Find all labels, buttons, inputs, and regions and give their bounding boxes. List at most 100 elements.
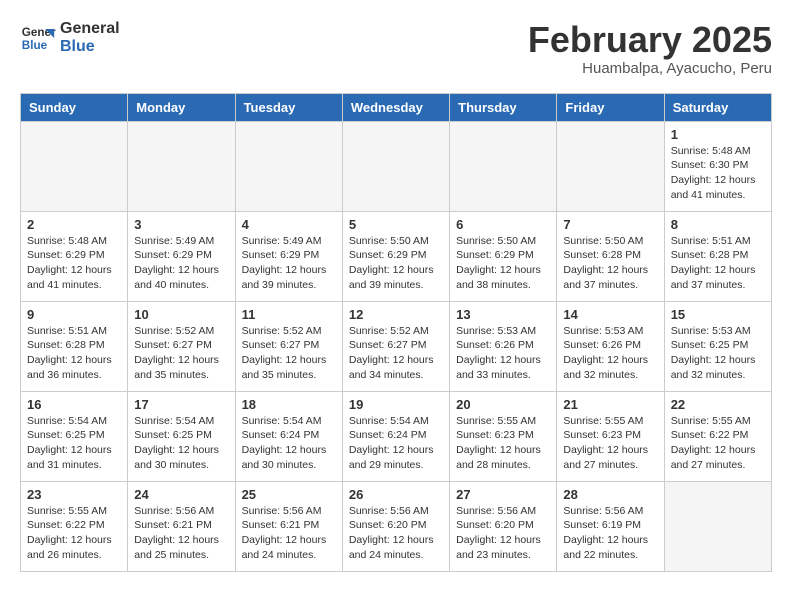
calendar-cell: 27 Sunrise: 5:56 AMSunset: 6:20 PMDayligh… <box>450 481 557 571</box>
day-number: 17 <box>134 397 228 412</box>
calendar-cell: 26Sunrise: 5:56 AMSunset: 6:20 PMDayligh… <box>342 481 449 571</box>
day-number: 6 <box>456 217 550 232</box>
day-number: 28 <box>563 487 657 502</box>
calendar-cell: 19 Sunrise: 5:54 AMSunset: 6:24 PMDayligh… <box>342 391 449 481</box>
calendar-cell: 14 Sunrise: 5:53 AMSunset: 6:26 PMDayligh… <box>557 301 664 391</box>
calendar-cell: 23Sunrise: 5:55 AMSunset: 6:22 PMDayligh… <box>21 481 128 571</box>
calendar-cell: 10 Sunrise: 5:52 AMSunset: 6:27 PMDayligh… <box>128 301 235 391</box>
day-number: 19 <box>349 397 443 412</box>
day-number: 11 <box>242 307 336 322</box>
calendar-cell: 25 Sunrise: 5:56 AMSunset: 6:21 PMDayligh… <box>235 481 342 571</box>
day-number: 2 <box>27 217 121 232</box>
day-number: 9 <box>27 307 121 322</box>
location-subtitle: Huambalpa, Ayacucho, Peru <box>528 60 772 77</box>
calendar-body: 1 Sunrise: 5:48 AMSunset: 6:30 PMDaylight… <box>21 121 772 571</box>
logo-general: General <box>60 20 120 38</box>
calendar-cell: 15 Sunrise: 5:53 AMSunset: 6:25 PMDayligh… <box>664 301 771 391</box>
day-info: Sunrise: 5:56 AMSunset: 6:20 PMDaylight:… <box>456 504 550 563</box>
day-info: Sunrise: 5:52 AMSunset: 6:27 PMDaylight:… <box>349 324 443 383</box>
day-number: 18 <box>242 397 336 412</box>
day-number: 3 <box>134 217 228 232</box>
calendar-cell <box>450 121 557 211</box>
day-info: Sunrise: 5:56 AMSunset: 6:19 PMDaylight:… <box>563 504 657 563</box>
calendar-cell: 12Sunrise: 5:52 AMSunset: 6:27 PMDayligh… <box>342 301 449 391</box>
day-info: Sunrise: 5:50 AMSunset: 6:28 PMDaylight:… <box>563 234 657 293</box>
weekday-header-friday: Friday <box>557 93 664 121</box>
calendar-cell: 3 Sunrise: 5:49 AMSunset: 6:29 PMDaylight… <box>128 211 235 301</box>
calendar-cell: 7 Sunrise: 5:50 AMSunset: 6:28 PMDaylight… <box>557 211 664 301</box>
calendar-cell: 13 Sunrise: 5:53 AMSunset: 6:26 PMDayligh… <box>450 301 557 391</box>
day-number: 13 <box>456 307 550 322</box>
calendar-cell: 18 Sunrise: 5:54 AMSunset: 6:24 PMDayligh… <box>235 391 342 481</box>
day-number: 23 <box>27 487 121 502</box>
calendar-cell: 9 Sunrise: 5:51 AMSunset: 6:28 PMDaylight… <box>21 301 128 391</box>
logo-icon: General Blue <box>20 20 56 56</box>
weekday-header-row: SundayMondayTuesdayWednesdayThursdayFrid… <box>21 93 772 121</box>
calendar-table: SundayMondayTuesdayWednesdayThursdayFrid… <box>20 93 772 572</box>
day-info: Sunrise: 5:54 AMSunset: 6:24 PMDaylight:… <box>242 414 336 473</box>
day-info: Sunrise: 5:56 AMSunset: 6:21 PMDaylight:… <box>134 504 228 563</box>
day-info: Sunrise: 5:53 AMSunset: 6:25 PMDaylight:… <box>671 324 765 383</box>
day-number: 10 <box>134 307 228 322</box>
calendar-cell: 1 Sunrise: 5:48 AMSunset: 6:30 PMDaylight… <box>664 121 771 211</box>
week-row-1: 1 Sunrise: 5:48 AMSunset: 6:30 PMDaylight… <box>21 121 772 211</box>
calendar-cell: 4 Sunrise: 5:49 AMSunset: 6:29 PMDaylight… <box>235 211 342 301</box>
day-info: Sunrise: 5:52 AMSunset: 6:27 PMDaylight:… <box>134 324 228 383</box>
day-info: Sunrise: 5:55 AMSunset: 6:22 PMDaylight:… <box>671 414 765 473</box>
day-number: 27 <box>456 487 550 502</box>
day-info: Sunrise: 5:49 AMSunset: 6:29 PMDaylight:… <box>242 234 336 293</box>
calendar-cell: 22 Sunrise: 5:55 AMSunset: 6:22 PMDayligh… <box>664 391 771 481</box>
day-info: Sunrise: 5:48 AMSunset: 6:30 PMDaylight:… <box>671 144 765 203</box>
day-number: 1 <box>671 127 765 142</box>
day-number: 22 <box>671 397 765 412</box>
day-info: Sunrise: 5:53 AMSunset: 6:26 PMDaylight:… <box>456 324 550 383</box>
day-number: 26 <box>349 487 443 502</box>
day-info: Sunrise: 5:54 AMSunset: 6:24 PMDaylight:… <box>349 414 443 473</box>
month-title: February 2025 <box>528 20 772 60</box>
calendar-cell <box>235 121 342 211</box>
calendar-cell: 6 Sunrise: 5:50 AMSunset: 6:29 PMDaylight… <box>450 211 557 301</box>
day-number: 7 <box>563 217 657 232</box>
day-number: 25 <box>242 487 336 502</box>
page-header: General Blue General Blue February 2025 … <box>20 20 772 77</box>
day-info: Sunrise: 5:55 AMSunset: 6:23 PMDaylight:… <box>456 414 550 473</box>
day-info: Sunrise: 5:50 AMSunset: 6:29 PMDaylight:… <box>456 234 550 293</box>
calendar-cell <box>342 121 449 211</box>
calendar-cell <box>21 121 128 211</box>
day-info: Sunrise: 5:55 AMSunset: 6:23 PMDaylight:… <box>563 414 657 473</box>
day-number: 24 <box>134 487 228 502</box>
day-info: Sunrise: 5:48 AMSunset: 6:29 PMDaylight:… <box>27 234 121 293</box>
day-number: 14 <box>563 307 657 322</box>
calendar-header: SundayMondayTuesdayWednesdayThursdayFrid… <box>21 93 772 121</box>
calendar-cell: 5 Sunrise: 5:50 AMSunset: 6:29 PMDaylight… <box>342 211 449 301</box>
day-info: Sunrise: 5:53 AMSunset: 6:26 PMDaylight:… <box>563 324 657 383</box>
logo: General Blue General Blue <box>20 20 120 56</box>
day-number: 21 <box>563 397 657 412</box>
day-info: Sunrise: 5:54 AMSunset: 6:25 PMDaylight:… <box>27 414 121 473</box>
weekday-header-thursday: Thursday <box>450 93 557 121</box>
day-number: 4 <box>242 217 336 232</box>
calendar-cell <box>664 481 771 571</box>
week-row-4: 16 Sunrise: 5:54 AMSunset: 6:25 PMDayligh… <box>21 391 772 481</box>
weekday-header-tuesday: Tuesday <box>235 93 342 121</box>
day-info: Sunrise: 5:50 AMSunset: 6:29 PMDaylight:… <box>349 234 443 293</box>
day-info: Sunrise: 5:56 AMSunset: 6:21 PMDaylight:… <box>242 504 336 563</box>
weekday-header-saturday: Saturday <box>664 93 771 121</box>
weekday-header-sunday: Sunday <box>21 93 128 121</box>
day-number: 16 <box>27 397 121 412</box>
weekday-header-monday: Monday <box>128 93 235 121</box>
calendar-cell: 2 Sunrise: 5:48 AMSunset: 6:29 PMDaylight… <box>21 211 128 301</box>
title-block: February 2025 Huambalpa, Ayacucho, Peru <box>528 20 772 77</box>
day-info: Sunrise: 5:49 AMSunset: 6:29 PMDaylight:… <box>134 234 228 293</box>
weekday-header-wednesday: Wednesday <box>342 93 449 121</box>
day-info: Sunrise: 5:54 AMSunset: 6:25 PMDaylight:… <box>134 414 228 473</box>
day-number: 15 <box>671 307 765 322</box>
day-number: 5 <box>349 217 443 232</box>
calendar-cell: 16 Sunrise: 5:54 AMSunset: 6:25 PMDayligh… <box>21 391 128 481</box>
day-info: Sunrise: 5:51 AMSunset: 6:28 PMDaylight:… <box>27 324 121 383</box>
calendar-cell: 24 Sunrise: 5:56 AMSunset: 6:21 PMDayligh… <box>128 481 235 571</box>
svg-text:Blue: Blue <box>22 39 48 52</box>
calendar-cell: 8Sunrise: 5:51 AMSunset: 6:28 PMDaylight… <box>664 211 771 301</box>
calendar-cell: 17 Sunrise: 5:54 AMSunset: 6:25 PMDayligh… <box>128 391 235 481</box>
logo-blue: Blue <box>60 38 120 56</box>
